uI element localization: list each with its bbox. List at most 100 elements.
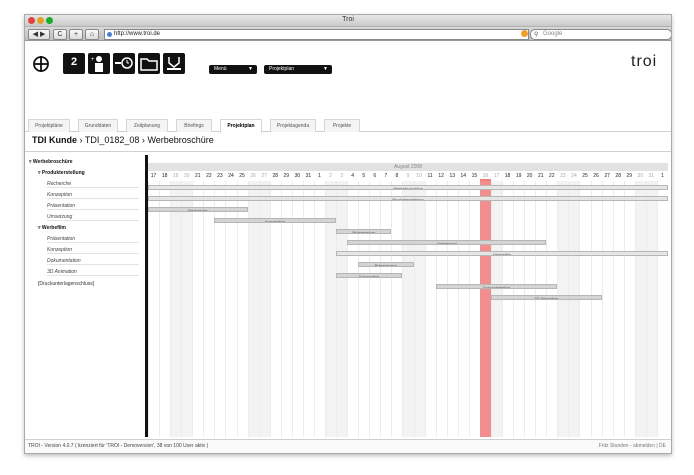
user-icon[interactable]: +: [88, 53, 110, 74]
project-select-label: Projektplan: [269, 66, 295, 72]
day-label: 14: [460, 173, 467, 179]
day-label: 26: [593, 173, 599, 179]
day-label: 1: [661, 173, 664, 179]
home-button[interactable]: ⌂: [85, 29, 99, 40]
reload-button[interactable]: C: [53, 29, 67, 40]
chevron-down-icon: ▼: [323, 66, 328, 72]
tab-projektplaene[interactable]: Projektpläne: [28, 119, 70, 132]
gantt-bar[interactable]: Werbefilm: [336, 251, 668, 256]
breadcrumb-separator: ›: [141, 135, 145, 145]
chevron-down-icon: ▼: [248, 66, 253, 72]
tree-item[interactable]: Präsentation: [47, 203, 139, 210]
day-header-row: 17 18 19 20 21 22 23 24 25 26 27 28 29 30 31 1 2 3 4 5 6 7 8 9 1…: [148, 171, 668, 189]
day-label: 24: [571, 173, 577, 179]
folder-icon[interactable]: [138, 53, 160, 74]
window-title: Troi: [342, 16, 354, 23]
tab-briefings[interactable]: Briefings: [176, 119, 212, 132]
breadcrumb-page: Werbebroschüre: [147, 135, 214, 145]
notification-badge[interactable]: 2: [63, 53, 85, 74]
month-header: August 2008: [148, 163, 668, 171]
time-icon[interactable]: [113, 53, 135, 74]
day-label: 28: [272, 173, 278, 179]
day-label: 19: [515, 173, 522, 179]
address-bar[interactable]: http://www.troi.de: [104, 29, 529, 40]
menu-button[interactable]: Menü ▼: [209, 65, 257, 74]
tab-projektagenda[interactable]: Projektagenda: [270, 119, 316, 132]
tab-projekte[interactable]: Projekte: [324, 119, 360, 132]
day-label: 7: [384, 173, 388, 179]
tab-bar: Projektpläne Grunddaten Zeitplanung Brie…: [25, 117, 671, 133]
window-titlebar: Troi: [25, 15, 671, 27]
day-label: 31: [648, 173, 655, 179]
breadcrumb-project[interactable]: TDI_0182_08: [85, 135, 140, 145]
badge-number: 2: [70, 56, 78, 68]
day-label: 23: [560, 173, 566, 179]
back-forward-button[interactable]: ◀ ▶: [28, 29, 50, 40]
day-label: 30: [637, 173, 644, 179]
tab-projektplan[interactable]: Projektplan: [220, 119, 262, 133]
day-label: 22: [206, 173, 212, 179]
gantt-bar[interactable]: Werbebroschüre: [148, 185, 668, 190]
day-label: 31: [305, 173, 312, 179]
day-label: 27: [261, 173, 267, 179]
tree-item[interactable]: ▿ Produkterstellung: [38, 170, 85, 176]
gantt-bar[interactable]: Produkterstellung: [148, 196, 668, 201]
rss-icon[interactable]: [521, 30, 528, 37]
gantt-bar[interactable]: Recherche: [148, 207, 248, 212]
globe-icon: [107, 32, 112, 37]
day-label: 26: [250, 173, 256, 179]
tree-item[interactable]: Präsentation: [47, 236, 139, 243]
tab-grunddaten[interactable]: Grunddaten: [78, 119, 118, 132]
breadcrumb: TDI Kunde › TDI_0182_08 › Werbebroschüre: [32, 135, 214, 145]
gantt-bar[interactable]: Präsentation: [358, 262, 414, 267]
day-label: 27: [604, 173, 610, 179]
day-label: 2: [329, 173, 332, 179]
day-column: [656, 181, 668, 437]
day-label: 18: [161, 173, 168, 179]
browser-toolbar: ◀ ▶ C + ⌂ http://www.troi.de ⚲ Google: [25, 27, 671, 41]
version-info: TROI - Version 4.0.7 ( lizenziert für 'T…: [28, 443, 209, 449]
menu-label: Menü: [214, 66, 227, 72]
project-select[interactable]: Projektplan ▼: [264, 65, 332, 74]
search-input[interactable]: ⚲ Google: [530, 29, 671, 40]
tree-item[interactable]: Umsetzung: [47, 214, 139, 221]
gantt-bar[interactable]: Konzeption: [336, 273, 403, 278]
day-label: 24: [228, 173, 234, 179]
gantt-bar[interactable]: 3D Animation: [490, 295, 602, 300]
divider: [25, 151, 671, 152]
browser-window: Troi ◀ ▶ C + ⌂ http://www.troi.de ⚲ Goog…: [24, 14, 672, 454]
day-label: 20: [183, 173, 190, 179]
day-label: 17: [493, 173, 500, 179]
gantt-bar[interactable]: Präsentation: [336, 229, 392, 234]
tree-item[interactable]: Dokumentation: [47, 258, 139, 265]
tools-icon[interactable]: [163, 53, 185, 74]
tree-item[interactable]: Konzeption: [47, 192, 139, 199]
tree-item[interactable]: [Druckunterlagenschluss]: [38, 281, 94, 287]
gantt-bar[interactable]: Konzeption: [214, 218, 337, 223]
day-label: 21: [537, 173, 544, 179]
user-logout-link[interactable]: Fritz Stunden - abmelden | DE: [599, 443, 666, 449]
gantt-bar[interactable]: Dokumentation: [435, 284, 558, 289]
day-label: 19: [172, 173, 179, 179]
project-tree: ▿ Werbebroschüre ▿ Produkterstellung Rec…: [25, 155, 145, 437]
day-label: 6: [373, 173, 377, 179]
power-logo-icon[interactable]: [31, 55, 51, 73]
day-label: 1: [318, 173, 321, 179]
svg-text:+: +: [91, 57, 95, 63]
add-bookmark-button[interactable]: +: [69, 29, 83, 40]
gantt-bar[interactable]: Umsetzung: [347, 240, 547, 245]
day-label: 29: [283, 173, 290, 179]
tree-item[interactable]: 3D Animation: [47, 269, 139, 276]
tree-item[interactable]: Konzeption: [47, 247, 139, 254]
day-label: 8: [395, 173, 399, 179]
tree-item[interactable]: Recherche: [47, 181, 139, 188]
tab-zeitplanung[interactable]: Zeitplanung: [126, 119, 168, 132]
gantt-chart: August 2008 17 18 19 20 21 22 23 24 25 26 27 28 29 30…: [148, 163, 668, 437]
tree-item[interactable]: ▿ Werbebroschüre: [29, 159, 73, 165]
tree-item[interactable]: ▿ Werbefilm: [38, 225, 66, 231]
day-label: 29: [626, 173, 633, 179]
today-marker: [479, 181, 491, 437]
day-label: 3: [340, 173, 343, 179]
day-label: 25: [239, 173, 245, 179]
breadcrumb-client[interactable]: TDI Kunde: [32, 135, 77, 145]
